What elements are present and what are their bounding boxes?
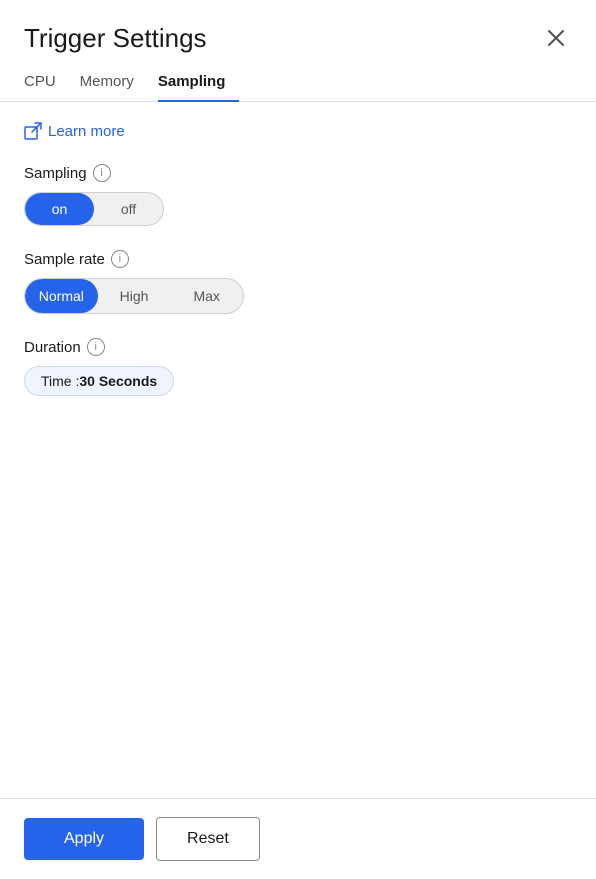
sample-rate-label-row: Sample rate i (24, 250, 572, 268)
external-link-icon (24, 122, 42, 140)
sample-rate-section: Sample rate i Normal High Max (24, 250, 572, 314)
sample-rate-label: Sample rate (24, 251, 105, 268)
dialog-header: Trigger Settings (0, 0, 596, 64)
tab-memory[interactable]: Memory (80, 65, 148, 102)
duration-label-row: Duration i (24, 338, 572, 356)
toggle-on[interactable]: on (25, 193, 94, 225)
learn-more-link[interactable]: Learn more (24, 122, 572, 140)
duration-chip[interactable]: Time : 30 Seconds (24, 366, 174, 396)
duration-label: Duration (24, 339, 81, 356)
close-icon (547, 29, 565, 47)
tab-cpu[interactable]: CPU (24, 65, 70, 102)
content-area: Learn more Sampling i on off Sample rate… (0, 102, 596, 798)
sampling-label-row: Sampling i (24, 164, 572, 182)
duration-prefix: Time : (41, 373, 79, 389)
close-button[interactable] (540, 22, 572, 54)
dialog-title: Trigger Settings (24, 23, 207, 54)
duration-info-icon[interactable]: i (87, 338, 105, 356)
sampling-info-icon[interactable]: i (93, 164, 111, 182)
rate-high[interactable]: High (98, 279, 171, 313)
sampling-section: Sampling i on off (24, 164, 572, 226)
learn-more-label: Learn more (48, 123, 125, 140)
sampling-label: Sampling (24, 165, 87, 182)
tab-bar: CPU Memory Sampling (0, 64, 596, 102)
dialog-footer: Apply Reset (0, 798, 596, 879)
sample-rate-info-icon[interactable]: i (111, 250, 129, 268)
duration-value: 30 Seconds (79, 373, 157, 389)
rate-normal[interactable]: Normal (25, 279, 98, 313)
sample-rate-selector[interactable]: Normal High Max (24, 278, 244, 314)
apply-button[interactable]: Apply (24, 818, 144, 860)
duration-section: Duration i Time : 30 Seconds (24, 338, 572, 396)
rate-max[interactable]: Max (170, 279, 243, 313)
tab-sampling[interactable]: Sampling (158, 65, 240, 102)
trigger-settings-dialog: Trigger Settings CPU Memory Sampling Lea… (0, 0, 596, 879)
toggle-off[interactable]: off (94, 193, 163, 225)
reset-button[interactable]: Reset (156, 817, 260, 861)
sampling-toggle[interactable]: on off (24, 192, 164, 226)
